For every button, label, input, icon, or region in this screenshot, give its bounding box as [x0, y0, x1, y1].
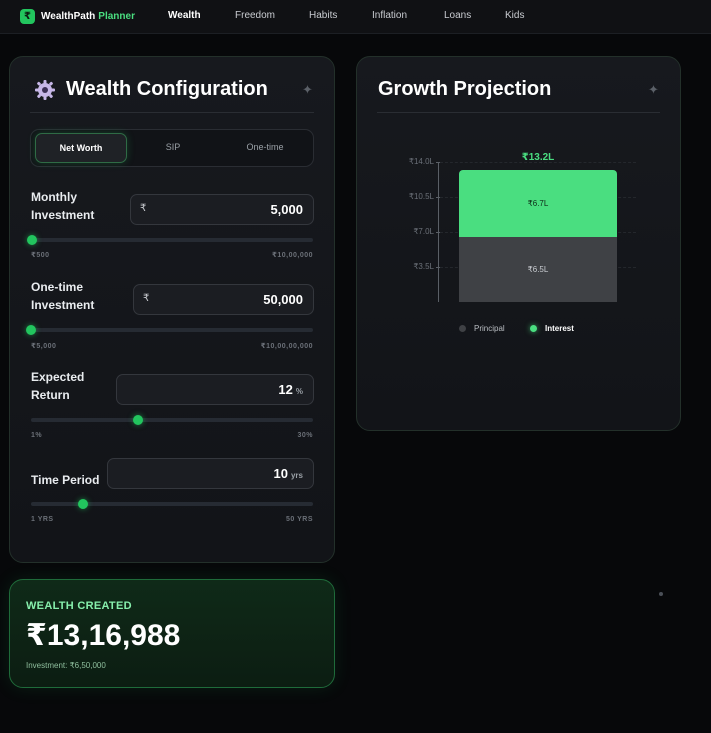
growth-projection-card: Growth Projection ✦ ₹3.5L ₹7.0L ₹10.5L ₹14.…: [356, 56, 681, 431]
monthly-max-label: ₹10,00,000: [271, 252, 313, 259]
bar-value-label: ₹6.5L: [527, 265, 549, 274]
onetime-max-label: ₹10,00,00,000: [260, 343, 313, 350]
return-min-label: 1%: [31, 432, 43, 439]
nav-link-freedom[interactable]: Freedom: [235, 10, 275, 21]
expected-return-label: Expected Return: [31, 370, 85, 402]
nav-link-habits[interactable]: Habits: [309, 10, 337, 21]
wealth-created-heading: WEALTH CREATED: [26, 600, 132, 612]
expected-return-value: 12%: [278, 382, 303, 397]
period-min-label: 1 YRS: [31, 516, 54, 523]
y-tick-label: ₹10.5L: [408, 192, 434, 201]
y-tick-label: ₹14.0L: [408, 157, 434, 166]
total-label: ₹13.2L: [521, 152, 555, 163]
mode-tabs: Net Worth SIP One-time: [30, 129, 314, 167]
return-max-label: 30%: [297, 432, 313, 439]
onetime-min-label: ₹5,000: [31, 343, 57, 350]
monthly-investment-input[interactable]: ₹ 5,000: [130, 194, 314, 225]
growth-chart: ₹3.5L ₹7.0L ₹10.5L ₹14.0L ₹6.5L ₹6.7L ₹13.2L: [357, 57, 680, 430]
slider-thumb[interactable]: [26, 325, 37, 335]
sparkle-icon: ✦: [302, 82, 313, 97]
monthly-investment-value: 5,000: [270, 202, 303, 217]
legend-principal[interactable]: Principal: [474, 324, 505, 333]
decorative-dot: [659, 592, 663, 596]
y-tick-label: ₹7.0L: [413, 227, 434, 236]
monthly-min-label: ₹500: [31, 252, 50, 259]
onetime-investment-value: 50,000: [263, 292, 303, 307]
time-period-slider[interactable]: [31, 499, 313, 509]
slider-thumb[interactable]: [132, 415, 143, 425]
rupee-logo-icon: ₹: [20, 9, 35, 24]
nav-link-loans[interactable]: Loans: [444, 10, 471, 21]
nav-link-inflation[interactable]: Inflation: [372, 10, 407, 21]
slider-thumb[interactable]: [27, 235, 38, 245]
wealth-config-card: Wealth Configuration ✦ Net Worth SIP One…: [9, 56, 335, 563]
wealth-created-card: WEALTH CREATED ₹13,16,988 Investment: ₹6…: [9, 579, 335, 688]
legend-principal-dot: [459, 325, 466, 332]
nav-link-wealth[interactable]: Wealth: [168, 10, 201, 21]
period-max-label: 50 YRS: [286, 516, 313, 523]
top-nav: ₹ WealthPath Planner Wealth Freedom Habit…: [0, 0, 711, 34]
time-period-label: Time Period: [31, 473, 100, 487]
nav-link-kids[interactable]: Kids: [505, 10, 524, 21]
gear-icon: [34, 79, 56, 101]
brand[interactable]: ₹ WealthPath Planner: [20, 9, 168, 24]
investment-total: Investment: ₹6,50,000: [26, 661, 106, 670]
brand-name: WealthPath Planner: [41, 11, 135, 22]
expected-return-input[interactable]: 12%: [116, 374, 314, 405]
monthly-investment-slider[interactable]: [27, 235, 313, 245]
onetime-investment-slider[interactable]: [26, 325, 313, 335]
tab-one-time[interactable]: One-time: [221, 133, 309, 161]
slider-thumb[interactable]: [77, 499, 88, 509]
time-period-value: 10 yrs: [273, 466, 303, 481]
divider: [30, 112, 314, 113]
rupee-prefix: ₹: [140, 203, 147, 214]
legend-interest-dot: [530, 325, 537, 332]
expected-return-slider[interactable]: [31, 415, 313, 425]
y-tick-label: ₹3.5L: [413, 262, 434, 271]
config-title: Wealth Configuration: [66, 78, 268, 100]
onetime-investment-label: One-time Investment: [31, 280, 95, 312]
wealth-created-amount: ₹13,16,988: [26, 619, 181, 652]
bar-value-label: ₹6.7L: [527, 199, 549, 208]
onetime-investment-input[interactable]: ₹ 50,000: [133, 284, 314, 315]
tab-sip[interactable]: SIP: [131, 133, 215, 161]
time-period-input[interactable]: 10 yrs: [107, 458, 314, 489]
tab-net-worth[interactable]: Net Worth: [35, 133, 127, 163]
legend-interest[interactable]: Interest: [545, 324, 574, 333]
rupee-prefix: ₹: [143, 293, 150, 304]
bar-principal[interactable]: ₹6.5L: [459, 237, 617, 302]
monthly-investment-label: Monthly Investment: [31, 190, 95, 222]
bar-interest[interactable]: ₹6.7L: [459, 170, 617, 237]
